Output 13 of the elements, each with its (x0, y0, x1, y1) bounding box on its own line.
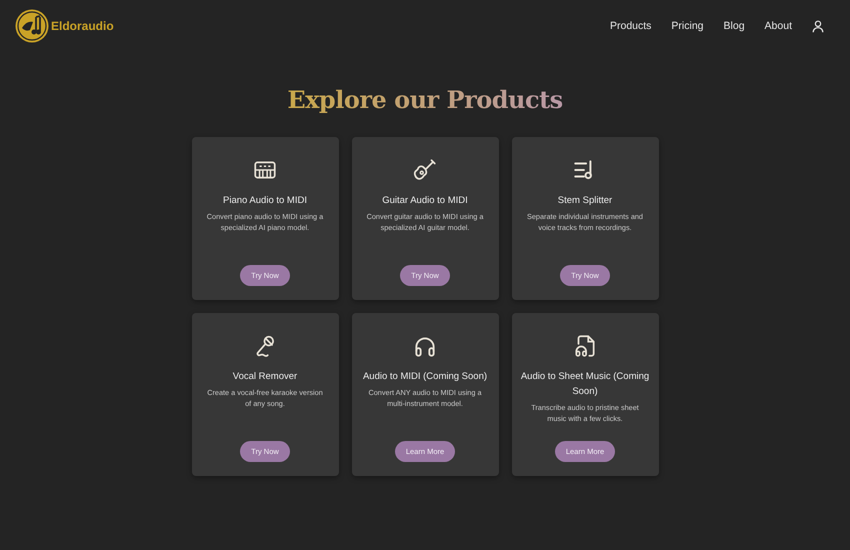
product-title: Piano Audio to MIDI (223, 194, 307, 208)
product-title: Vocal Remover (232, 370, 298, 384)
logo-icon[interactable] (14, 8, 50, 44)
product-title: Guitar Audio to MIDI (382, 194, 468, 208)
nav-link[interactable]: Blog (724, 20, 745, 32)
product-title: Audio to MIDI (Coming Soon) (362, 370, 488, 384)
nav-link[interactable]: About (764, 20, 792, 32)
product-title: Audio to Sheet Music (Coming Soon) (520, 370, 650, 399)
nav-link[interactable]: Products (610, 20, 652, 32)
user-icon[interactable] (812, 20, 824, 32)
nav-link[interactable]: Pricing (671, 20, 704, 32)
product-title: Stem Splitter (558, 194, 612, 208)
brand-name[interactable]: Eldoraudio (51, 19, 114, 33)
